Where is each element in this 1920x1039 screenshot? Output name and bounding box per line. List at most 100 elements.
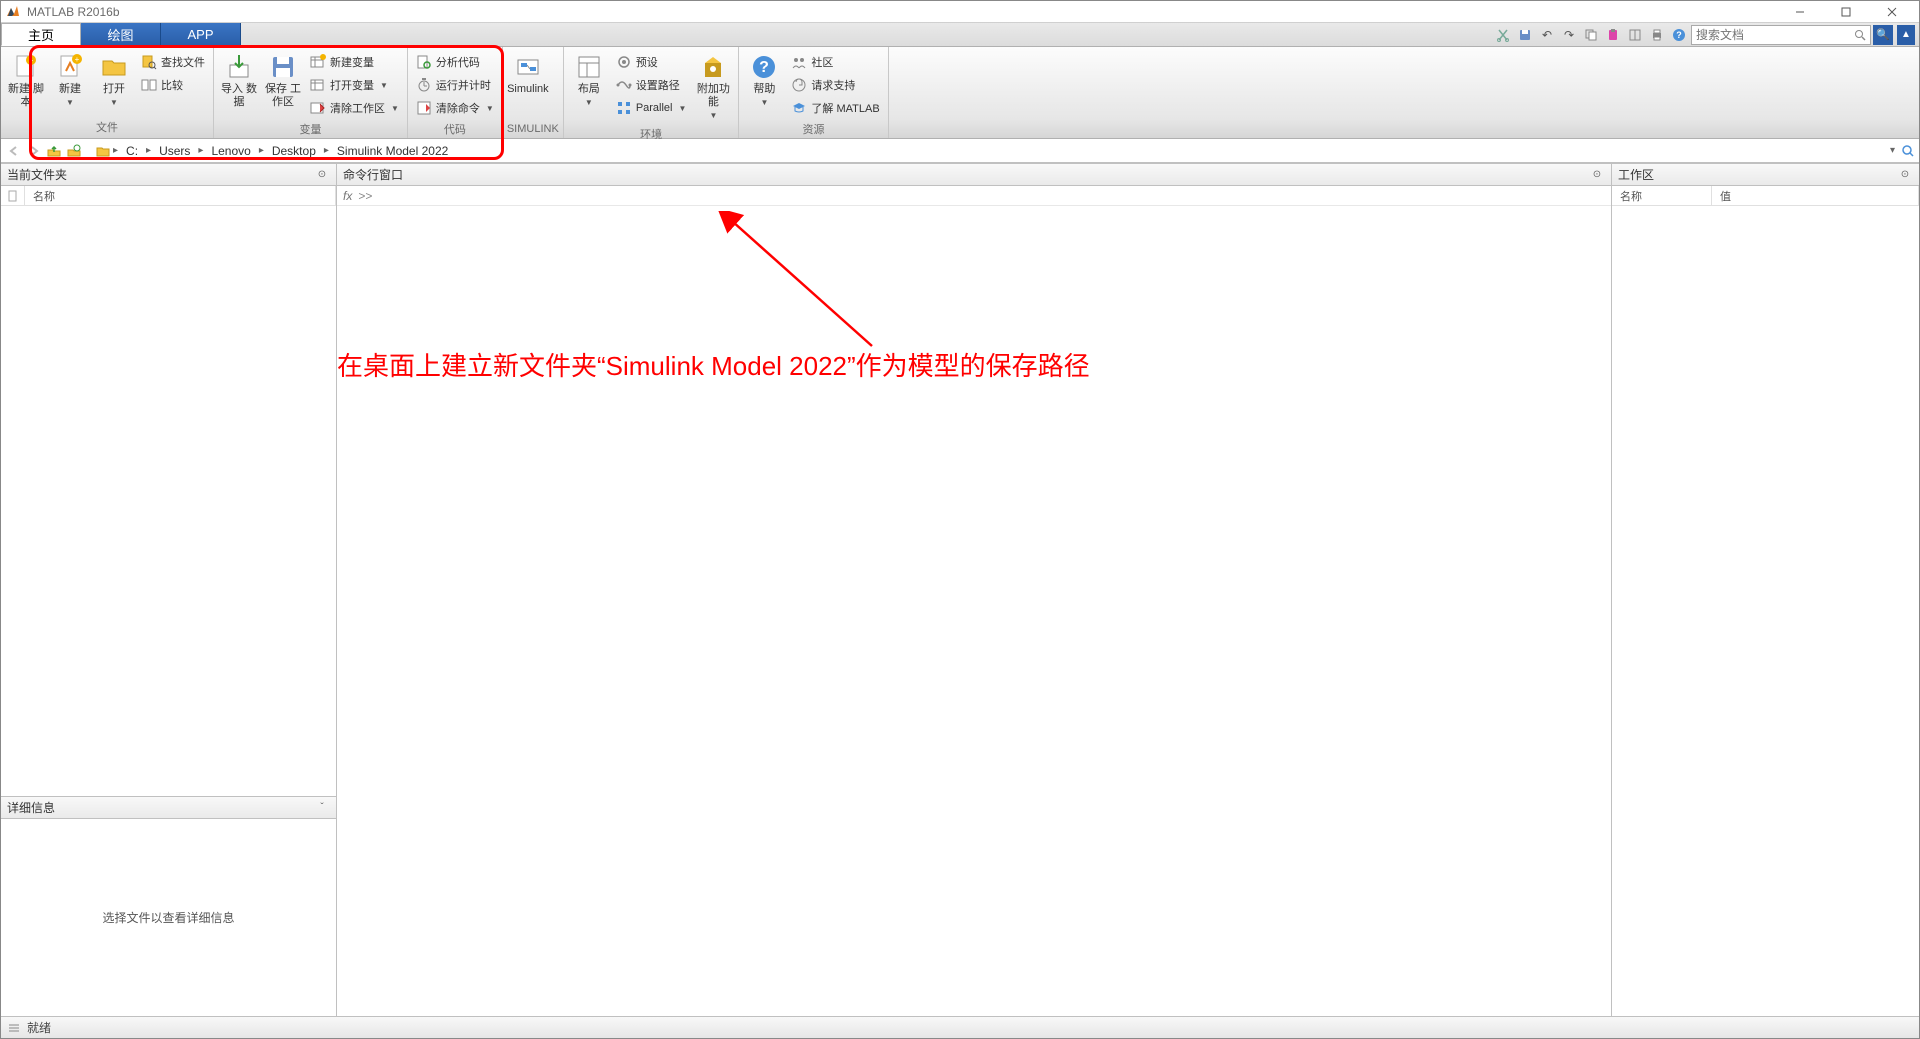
breadcrumb-simulink-model[interactable]: Simulink Model 2022 <box>331 144 454 158</box>
request-support-button[interactable]: 请求支持 <box>787 74 883 96</box>
maximize-button[interactable] <box>1823 1 1869 23</box>
doc-search-go[interactable]: 🔍 <box>1873 25 1893 45</box>
doc-search-input[interactable] <box>1696 28 1854 42</box>
clear-workspace-button[interactable]: 清除工作区▼ <box>306 97 403 119</box>
set-path-button[interactable]: 设置路径 <box>612 74 691 96</box>
save-workspace-button[interactable]: 保存 工作区 <box>262 49 304 113</box>
breadcrumb-c[interactable]: C: <box>120 144 144 158</box>
parallel-button[interactable]: Parallel▼ <box>612 97 691 119</box>
preferences-button[interactable]: 预设 <box>612 51 691 73</box>
path-icon <box>616 77 632 93</box>
command-prompt: >> <box>358 189 372 203</box>
current-folder-header[interactable]: 当前文件夹 ⊙ <box>1 164 336 186</box>
details-empty-message: 选择文件以查看详细信息 <box>1 819 336 1016</box>
current-folder-body[interactable] <box>1 206 336 796</box>
ribbon-group-simulink: Simulink SIMULINK <box>503 47 564 138</box>
ribbon-minimize-toggle[interactable]: ▲ <box>1897 25 1915 45</box>
current-folder-columns: 名称 <box>1 186 336 206</box>
address-bar: ▸ C: ▸ Users ▸ Lenovo ▸ Desktop ▸ Simuli… <box>1 139 1919 163</box>
fx-icon[interactable]: fx <box>343 189 352 203</box>
analyze-icon <box>416 54 432 70</box>
left-panel: 当前文件夹 ⊙ 名称 详细信息 ˇ 选择文件以查看详细信息 <box>1 164 337 1016</box>
community-button[interactable]: 社区 <box>787 51 883 73</box>
breadcrumb-desktop[interactable]: Desktop <box>266 144 322 158</box>
open-variable-button[interactable]: 打开变量▼ <box>306 74 403 96</box>
qat-paste-icon[interactable] <box>1603 25 1623 45</box>
compare-icon <box>141 77 157 93</box>
tab-home[interactable]: 主页 <box>1 23 81 46</box>
svg-text:+: + <box>29 56 34 65</box>
nav-up-button[interactable] <box>45 142 63 160</box>
minimize-button[interactable] <box>1777 1 1823 23</box>
svg-text:?: ? <box>760 59 770 76</box>
details-title: 详细信息 <box>7 799 55 816</box>
ws-value-column[interactable]: 值 <box>1712 186 1919 205</box>
main-panels: 当前文件夹 ⊙ 名称 详细信息 ˇ 选择文件以查看详细信息 <box>1 163 1919 1016</box>
open-button[interactable]: 打开▼ <box>93 49 135 111</box>
qat-switch-icon[interactable] <box>1625 25 1645 45</box>
qat-print-icon[interactable] <box>1647 25 1667 45</box>
tab-plots[interactable]: 绘图 <box>81 23 161 46</box>
details-collapse-icon[interactable]: ˇ <box>314 800 330 816</box>
current-folder-title: 当前文件夹 <box>7 166 67 183</box>
nav-history-button[interactable] <box>65 142 83 160</box>
help-button[interactable]: ? 帮助▼ <box>743 49 785 111</box>
clear-commands-button[interactable]: 清除命令▼ <box>412 97 498 119</box>
run-and-time-button[interactable]: 运行并计时 <box>412 74 498 96</box>
qat-copy-icon[interactable] <box>1581 25 1601 45</box>
simulink-button[interactable]: Simulink <box>507 49 549 100</box>
new-script-button[interactable]: + 新建 脚本 <box>5 49 47 113</box>
qat-cut-icon[interactable] <box>1493 25 1513 45</box>
title-bar: MATLAB R2016b <box>1 1 1919 23</box>
find-files-button[interactable]: 查找文件 <box>137 51 209 73</box>
qat-help-icon[interactable]: ? <box>1669 25 1689 45</box>
ribbon-group-file: + 新建 脚本 + 新建▼ 打开▼ 查找文件 比较 文件 <box>1 47 214 138</box>
open-var-icon <box>310 77 326 93</box>
command-window-header[interactable]: 命令行窗口 ⊙ <box>337 164 1611 186</box>
close-button[interactable] <box>1869 1 1915 23</box>
addons-button[interactable]: 附加功能▼ <box>692 49 734 124</box>
ribbon: + 新建 脚本 + 新建▼ 打开▼ 查找文件 比较 文件 <box>1 47 1919 139</box>
qat-undo-icon[interactable]: ↶ <box>1537 25 1557 45</box>
ribbon-group-code: 分析代码 运行并计时 清除命令▼ 代码 <box>408 47 503 138</box>
simulink-icon <box>514 53 542 81</box>
details-header[interactable]: 详细信息 ˇ <box>1 797 336 819</box>
quick-access-toolbar: ↶ ↷ ? 🔍 ▲ <box>1493 23 1919 46</box>
breadcrumb-lenovo[interactable]: Lenovo <box>205 144 256 158</box>
breadcrumb-users[interactable]: Users <box>153 144 196 158</box>
new-button[interactable]: + 新建▼ <box>49 49 91 111</box>
panel-menu-icon[interactable]: ⊙ <box>1897 167 1913 183</box>
panel-menu-icon[interactable]: ⊙ <box>1589 167 1605 183</box>
workspace-header[interactable]: 工作区 ⊙ <box>1612 164 1919 186</box>
matlab-logo-icon <box>5 4 21 20</box>
parallel-icon <box>616 100 632 116</box>
window-title: MATLAB R2016b <box>27 5 120 19</box>
new-var-icon <box>310 54 326 70</box>
ribbon-group-environment: 布局▼ 预设 设置路径 Parallel▼ 附加功能▼ 环境 <box>564 47 740 138</box>
analyze-code-button[interactable]: 分析代码 <box>412 51 498 73</box>
workspace-body[interactable] <box>1612 206 1919 1016</box>
compare-button[interactable]: 比较 <box>137 74 209 96</box>
ws-name-column[interactable]: 名称 <box>1612 186 1712 205</box>
doc-search-box[interactable] <box>1691 25 1871 45</box>
panel-menu-icon[interactable]: ⊙ <box>314 167 330 183</box>
addons-icon <box>699 53 727 81</box>
import-icon <box>225 53 253 81</box>
save-ws-icon <box>269 53 297 81</box>
qat-save-icon[interactable] <box>1515 25 1535 45</box>
svg-text:?: ? <box>1676 30 1682 40</box>
addr-dropdown-icon[interactable]: ▾ <box>1890 145 1895 156</box>
nav-forward-button[interactable] <box>25 142 43 160</box>
name-column[interactable]: 名称 <box>25 186 336 205</box>
layout-button[interactable]: 布局▼ <box>568 49 610 111</box>
tab-apps[interactable]: APP <box>161 23 241 46</box>
nav-back-button[interactable] <box>5 142 23 160</box>
addr-search-icon[interactable] <box>1901 144 1915 158</box>
qat-redo-icon[interactable]: ↷ <box>1559 25 1579 45</box>
search-icon <box>1854 29 1866 41</box>
file-icon-column <box>1 186 25 205</box>
import-data-button[interactable]: 导入 数据 <box>218 49 260 113</box>
new-variable-button[interactable]: 新建变量 <box>306 51 403 73</box>
command-window-body[interactable]: 在桌面上建立新文件夹“Simulink Model 2022”作为模型的保存路径 <box>337 206 1611 1016</box>
learn-matlab-button[interactable]: 了解 MATLAB <box>787 97 883 119</box>
